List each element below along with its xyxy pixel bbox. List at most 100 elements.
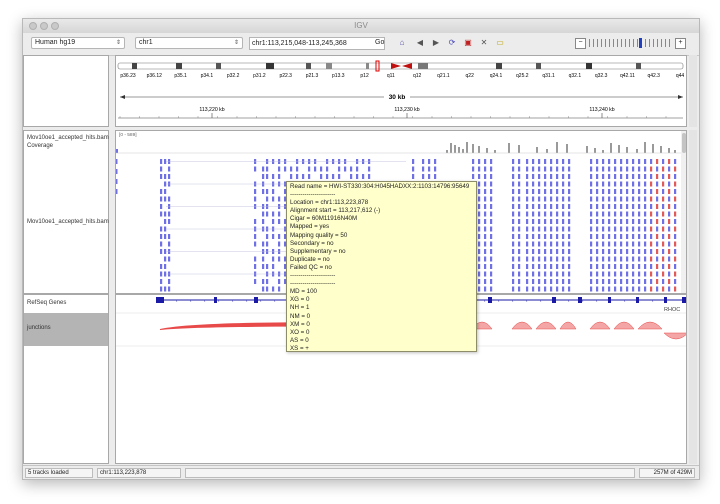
read-block — [608, 189, 611, 194]
read-block — [608, 264, 611, 269]
read-block — [620, 204, 623, 209]
forward-icon[interactable]: ▶ — [431, 38, 441, 48]
read-block — [550, 286, 553, 292]
refresh-icon[interactable]: ⟳ — [447, 38, 457, 48]
read-block — [556, 196, 559, 202]
read-block — [164, 256, 167, 262]
read-block — [478, 279, 481, 284]
genome-dropdown[interactable]: Human hg19 ⇕ — [31, 37, 125, 49]
read-block — [478, 166, 481, 172]
coverage-track-name[interactable]: Mov10oe1_accepted_hits.bam Coverage — [27, 134, 109, 150]
read-block — [344, 166, 347, 172]
read-block — [656, 159, 659, 164]
read-block — [638, 196, 641, 202]
strand-arrow-icon: › — [246, 299, 248, 304]
read-block — [428, 174, 431, 179]
read-block — [272, 174, 275, 179]
read-block — [596, 204, 599, 209]
read-block — [490, 279, 493, 284]
read-block — [632, 264, 635, 269]
read-block — [644, 234, 647, 239]
read-block — [662, 189, 665, 194]
read-block — [168, 279, 171, 284]
alignment-track-name[interactable]: Mov10oe1_accepted_hits.bam — [27, 219, 109, 225]
roi-icon[interactable]: ▣ — [463, 38, 473, 48]
read-block — [590, 271, 593, 277]
read-block — [620, 256, 623, 262]
data-scrollbar-thumb[interactable] — [682, 133, 686, 153]
chromosome-dropdown[interactable]: chr1 ⇕ — [135, 37, 243, 49]
gene-exon — [156, 297, 164, 303]
read-info-popup[interactable]: Read name = HWI-ST330:304:H045HADXX:2:11… — [286, 181, 477, 352]
locus-input[interactable]: chr1:113,215,048-113,245,368 — [249, 37, 385, 50]
read-block — [164, 219, 167, 224]
read-block — [266, 286, 269, 292]
read-block — [626, 279, 629, 284]
coverage-histogram[interactable] — [116, 142, 676, 153]
read-block — [262, 219, 265, 224]
read-block — [254, 234, 257, 239]
read-block — [484, 166, 487, 172]
read-block — [538, 181, 541, 187]
read-block — [266, 234, 269, 239]
resize-icon[interactable]: ✕ — [479, 38, 489, 48]
data-scrollbar-strip[interactable] — [689, 130, 697, 294]
read-block — [478, 219, 481, 224]
popup-info-icon[interactable]: ▭ — [495, 38, 505, 48]
chromosome-ideogram[interactable] — [117, 60, 684, 72]
read-block — [338, 174, 341, 179]
read-block — [526, 166, 529, 172]
read-block — [350, 166, 353, 172]
coverage-bar — [556, 142, 558, 153]
zoom-slider-thumb[interactable] — [639, 38, 642, 48]
popup-line: XG = 0 — [290, 296, 310, 304]
read-block — [626, 256, 629, 262]
cytoband-label: p34.1 — [201, 73, 214, 79]
read-block — [674, 264, 677, 269]
read-block — [262, 264, 265, 269]
read-block — [164, 159, 167, 164]
read-block — [478, 249, 481, 254]
read-block — [608, 256, 611, 262]
read-block — [272, 256, 275, 262]
header-scrollbar[interactable] — [689, 55, 697, 127]
read-block — [656, 264, 659, 269]
read-block — [428, 166, 431, 172]
feature-scrollbar[interactable] — [689, 294, 697, 464]
read-block — [626, 249, 629, 254]
strand-arrow-icon: › — [274, 299, 276, 304]
read-block — [484, 211, 487, 217]
junctions-track-name[interactable]: junctions — [27, 325, 51, 331]
cytoband-label: p31.2 — [253, 73, 266, 79]
read-block — [538, 279, 541, 284]
zoom-slider[interactable] — [589, 39, 671, 47]
zoom-out-button[interactable]: − — [575, 38, 586, 49]
read-block — [656, 166, 659, 172]
refseq-track-name[interactable]: RefSeq Genes — [27, 300, 66, 306]
read-block — [596, 196, 599, 202]
read-block — [638, 181, 641, 187]
read-block — [662, 211, 665, 217]
read-block — [674, 204, 677, 209]
read-block — [544, 166, 547, 172]
read-block — [262, 241, 265, 247]
read-block — [620, 264, 623, 269]
read-block — [490, 249, 493, 254]
back-icon[interactable]: ◀ — [415, 38, 425, 48]
data-scrollbar[interactable] — [681, 131, 687, 294]
read-block — [614, 174, 617, 179]
read-block — [668, 204, 671, 209]
read-block — [590, 286, 593, 292]
read-block — [602, 226, 605, 232]
read-block — [638, 166, 641, 172]
read-block — [662, 286, 665, 292]
read-block — [550, 181, 553, 187]
zoom-in-button[interactable]: + — [675, 38, 686, 49]
read-block — [656, 204, 659, 209]
read-block — [650, 249, 653, 254]
home-icon[interactable]: ⌂ — [397, 38, 407, 48]
title-bar[interactable]: IGV — [23, 19, 699, 34]
read-block — [668, 271, 671, 277]
read-block — [632, 174, 635, 179]
go-button[interactable]: Go — [375, 39, 384, 46]
